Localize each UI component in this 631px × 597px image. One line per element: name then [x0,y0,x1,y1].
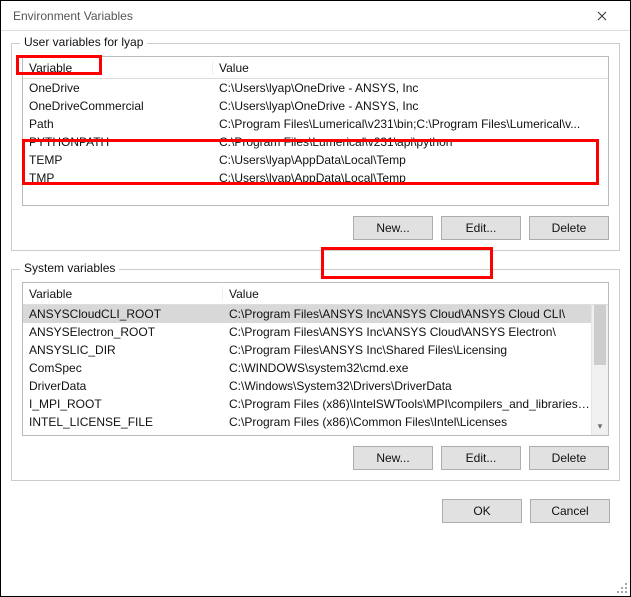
cell-var: ComSpec [23,361,223,375]
cancel-button[interactable]: Cancel [530,499,610,523]
col-header-variable[interactable]: Variable [23,287,223,301]
table-row[interactable]: ANSYSCloudCLI_ROOT C:\Program Files\ANSY… [23,305,591,323]
user-edit-button[interactable]: Edit... [441,216,521,240]
cell-var: Path [23,117,213,131]
cell-var: INTEL_LICENSE_FILE [23,415,223,429]
user-variables-list[interactable]: Variable Value OneDrive C:\Users\lyap\On… [22,56,609,206]
cell-var: OneDriveCommercial [23,99,213,113]
window-titlebar: Environment Variables [1,1,630,31]
user-new-button[interactable]: New... [353,216,433,240]
col-header-value[interactable]: Value [213,61,608,75]
cell-val: C:\WINDOWS\system32\cmd.exe [223,361,591,375]
cell-var: OneDrive [23,81,213,95]
system-variables-group: System variables Variable Value ANSYSClo… [11,269,620,481]
cell-var: I_MPI_ROOT [23,397,223,411]
system-buttons-row: New... Edit... Delete [22,446,609,470]
list-header: Variable Value [23,283,608,305]
dialog-footer: OK Cancel [11,489,620,523]
table-row[interactable]: I_MPI_ROOT C:\Program Files (x86)\IntelS… [23,395,591,413]
table-row[interactable]: ANSYSLIC_DIR C:\Program Files\ANSYS Inc\… [23,341,591,359]
col-header-variable[interactable]: Variable [23,61,213,75]
user-buttons-row: New... Edit... Delete [22,216,609,240]
table-row[interactable]: PYTHONPATH C:\Program Files\Lumerical\v2… [23,133,608,151]
user-variables-title: User variables for lyap [20,35,147,49]
cell-var: DriverData [23,379,223,393]
system-delete-button[interactable]: Delete [529,446,609,470]
cell-var: ANSYSCloudCLI_ROOT [23,307,223,321]
cell-val: C:\Program Files (x86)\IntelSWTools\MPI\… [223,397,591,411]
list-header: Variable Value [23,57,608,79]
scroll-down-icon[interactable]: ▾ [592,418,608,435]
scroll-thumb[interactable] [594,305,606,365]
table-row[interactable]: ANSYSElectron_ROOT C:\Program Files\ANSY… [23,323,591,341]
user-variables-group: User variables for lyap Variable Value O… [11,43,620,251]
cell-var: TMP [23,171,213,185]
close-icon [597,11,607,21]
table-row[interactable]: INTEL_LICENSE_FILE C:\Program Files (x86… [23,413,591,431]
cell-val: C:\Program Files\ANSYS Inc\Shared Files\… [223,343,591,357]
cell-val: C:\Users\lyap\OneDrive - ANSYS, Inc [213,99,608,113]
resize-grip-icon[interactable] [614,580,628,594]
cell-val: C:\Program Files\ANSYS Inc\ANSYS Cloud\A… [223,307,591,321]
user-delete-button[interactable]: Delete [529,216,609,240]
cell-val: C:\Program Files (x86)\Common Files\Inte… [223,415,591,429]
scrollbar[interactable]: ▾ [591,305,608,435]
system-variables-list[interactable]: Variable Value ANSYSCloudCLI_ROOT C:\Pro… [22,282,609,436]
cell-val: C:\Program Files\ANSYS Inc\ANSYS Cloud\A… [223,325,591,339]
cell-val: C:\Program Files\Lumerical\v231\api\pyth… [213,135,608,149]
col-header-value[interactable]: Value [223,287,608,301]
table-row[interactable]: TEMP C:\Users\lyap\AppData\Local\Temp [23,151,608,169]
system-rows: ANSYSCloudCLI_ROOT C:\Program Files\ANSY… [23,305,608,431]
table-row[interactable]: TMP C:\Users\lyap\AppData\Local\Temp [23,169,608,187]
cell-val: C:\Users\lyap\AppData\Local\Temp [213,153,608,167]
cell-val: C:\Users\lyap\AppData\Local\Temp [213,171,608,185]
system-edit-button[interactable]: Edit... [441,446,521,470]
cell-val: C:\Users\lyap\OneDrive - ANSYS, Inc [213,81,608,95]
cell-var: PYTHONPATH [23,135,213,149]
cell-var: ANSYSLIC_DIR [23,343,223,357]
table-row[interactable]: ComSpec C:\WINDOWS\system32\cmd.exe [23,359,591,377]
system-new-button[interactable]: New... [353,446,433,470]
ok-button[interactable]: OK [442,499,522,523]
cell-var: TEMP [23,153,213,167]
window-title: Environment Variables [13,9,582,23]
table-row[interactable]: Path C:\Program Files\Lumerical\v231\bin… [23,115,608,133]
close-button[interactable] [582,2,622,30]
cell-val: C:\Program Files\Lumerical\v231\bin;C:\P… [213,117,608,131]
cell-val: C:\Windows\System32\Drivers\DriverData [223,379,591,393]
table-row[interactable]: OneDrive C:\Users\lyap\OneDrive - ANSYS,… [23,79,608,97]
table-row[interactable]: OneDriveCommercial C:\Users\lyap\OneDriv… [23,97,608,115]
user-rows: OneDrive C:\Users\lyap\OneDrive - ANSYS,… [23,79,608,187]
table-row[interactable]: DriverData C:\Windows\System32\Drivers\D… [23,377,591,395]
cell-var: ANSYSElectron_ROOT [23,325,223,339]
system-variables-title: System variables [20,261,119,275]
